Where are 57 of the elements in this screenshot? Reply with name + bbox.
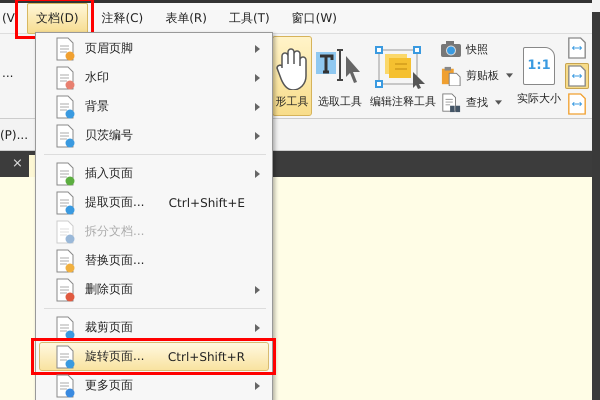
menu-item[interactable]: 插入页面 <box>39 159 269 188</box>
clipboard-icon <box>440 66 462 86</box>
submenu-arrow-icon <box>255 44 260 52</box>
submenu-arrow-icon <box>255 382 260 390</box>
page-icon <box>54 248 76 272</box>
page-icon <box>54 278 76 302</box>
camera-icon <box>440 39 462 60</box>
actual-size-button[interactable]: 1:1 实际大小 <box>515 34 563 118</box>
caret-icon <box>495 100 502 106</box>
caret-icon <box>506 73 513 78</box>
menu-item[interactable]: 页眉页脚 <box>39 34 269 63</box>
page-icon <box>54 162 76 186</box>
page-icon <box>54 94 76 118</box>
page-icon <box>54 220 76 244</box>
ribbon-label: (P)... <box>0 128 28 142</box>
submenu-arrow-icon <box>255 170 260 178</box>
menu-item[interactable]: 水印 <box>39 63 269 92</box>
ribbon-small-button[interactable]: 剪贴板 <box>440 66 513 86</box>
page-icon <box>54 316 76 340</box>
ribbon-tool-button[interactable]: 编辑注释工具 <box>368 36 438 116</box>
page-icon <box>54 374 76 398</box>
ribbon-label: ... <box>1 66 14 80</box>
page-view-icon[interactable] <box>565 91 589 117</box>
ribbon-small-button[interactable]: 快照 <box>440 39 513 60</box>
find-icon <box>440 92 462 113</box>
submenu-arrow-icon <box>255 102 260 110</box>
page-icon <box>54 66 76 90</box>
page-icon <box>54 124 76 148</box>
ribbon-small-button[interactable]: 查找 <box>440 92 513 113</box>
menu-item[interactable]: 旋转页面... Ctrl+Shift+R <box>39 342 269 371</box>
menu-item[interactable]: 提取页面... Ctrl+Shift+E <box>39 188 269 217</box>
close-tab-button[interactable]: × <box>0 156 27 177</box>
submenu-arrow-icon <box>255 324 260 332</box>
submenu-arrow-icon <box>255 74 260 82</box>
menu-bar-item[interactable]: 注释(C) <box>94 4 152 32</box>
page-view-icon[interactable] <box>565 35 589 61</box>
menu-bar-item[interactable]: (V <box>0 5 23 31</box>
menu-bar-item[interactable]: 窗口(W) <box>284 4 345 32</box>
page-icon <box>54 344 76 368</box>
ribbon-tool-button[interactable]: 形工具 <box>272 36 312 116</box>
ribbon-tool-button[interactable]: 选取工具 <box>312 36 368 116</box>
menu-bar-item[interactable]: 表单(R) <box>157 4 215 32</box>
menu-item[interactable]: 裁剪页面 <box>39 313 269 342</box>
menu-item[interactable]: 替换页面... <box>39 246 269 275</box>
submenu-arrow-icon <box>255 132 260 140</box>
page-view-icon[interactable] <box>565 63 589 89</box>
menu-item[interactable]: 删除页面 <box>39 275 269 304</box>
menu-bar-item[interactable]: 工具(T) <box>220 4 278 32</box>
menu-item[interactable]: 背景 <box>39 92 269 121</box>
menu-item[interactable]: 更多页面 <box>39 371 269 400</box>
menu-item[interactable]: 贝茨编号 <box>39 121 269 150</box>
page-icon <box>54 36 76 60</box>
hand-icon <box>274 46 310 90</box>
submenu-arrow-icon <box>255 286 260 294</box>
page-icon: 1:1 <box>523 46 555 84</box>
menu-bar-item[interactable]: 文档(D) <box>26 2 88 34</box>
page-icon <box>54 190 76 214</box>
